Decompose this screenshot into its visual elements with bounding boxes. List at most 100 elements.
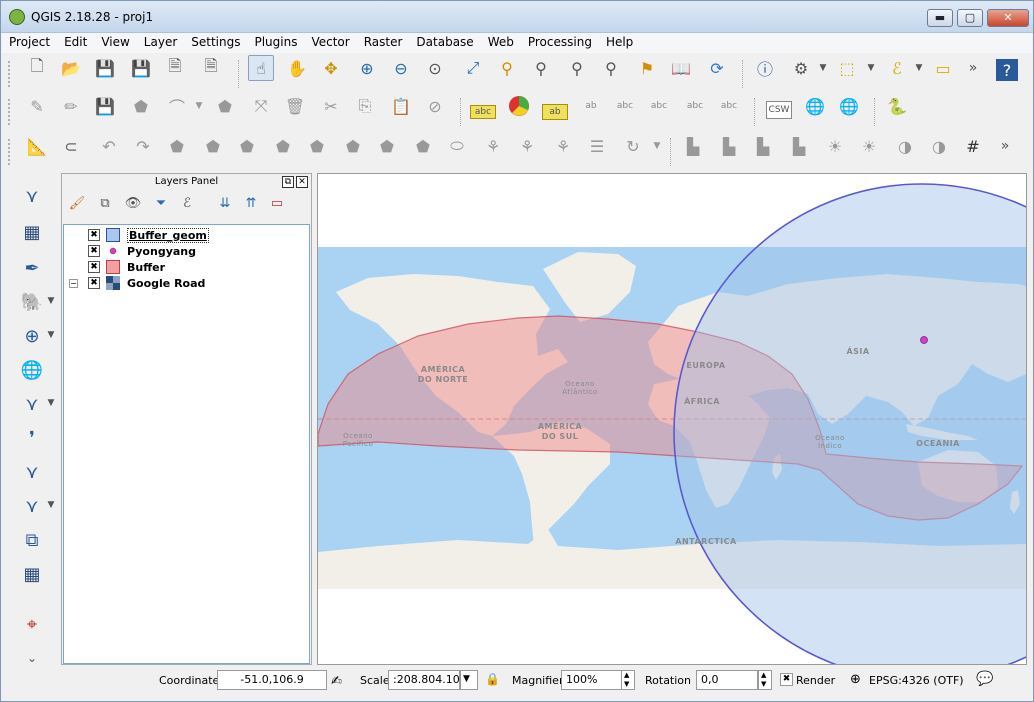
filter-legend-icon[interactable]: ⏷ xyxy=(150,192,172,214)
pin-labels-icon[interactable]: ⊘ xyxy=(422,93,448,119)
menu-edit[interactable]: Edit xyxy=(57,33,94,53)
toolbar-overflow-icon[interactable]: » xyxy=(992,133,1018,159)
stretch-icon[interactable]: ▙ xyxy=(786,133,812,159)
open-layer-styling-icon[interactable]: 🖌 xyxy=(66,192,88,214)
menu-raster[interactable]: Raster xyxy=(357,33,410,53)
pan-to-selection-icon[interactable]: ✥ xyxy=(318,55,344,81)
delete-selected-icon[interactable]: 🗑 xyxy=(282,93,308,119)
expand-all-icon[interactable]: ⇊ xyxy=(214,192,236,214)
rotate-label-icon[interactable]: abc xyxy=(682,93,708,119)
add-part-icon[interactable]: ⬟ xyxy=(270,133,296,159)
lock-scale-icon[interactable]: 🔒 xyxy=(485,672,500,686)
messages-icon[interactable]: 💬 xyxy=(976,671,993,687)
add-mesh-crosshair-icon[interactable]: ⌖ xyxy=(17,609,47,639)
save-as-icon[interactable]: 💾 xyxy=(128,55,154,81)
menu-settings[interactable]: Settings xyxy=(184,33,247,53)
layer-name[interactable]: Pyongyang xyxy=(127,245,196,258)
new-project-icon[interactable]: 🗋 xyxy=(24,55,50,81)
add-group-icon[interactable]: ⧉ xyxy=(94,192,116,214)
simplify-feature-icon[interactable]: ⬟ xyxy=(200,133,226,159)
delete-part-icon[interactable]: ⬟ xyxy=(374,133,400,159)
cut-features-icon[interactable]: ✂ xyxy=(318,93,344,119)
add-wfs-layer-icon[interactable]: 🌐 xyxy=(836,93,862,119)
zoom-last-icon[interactable]: ⚲ xyxy=(564,55,590,81)
layer-visibility-checkbox[interactable]: ✖ xyxy=(88,277,100,289)
maximize-button[interactable]: ▢ xyxy=(957,9,983,27)
new-shapefile-icon[interactable]: ⋎ xyxy=(17,491,47,521)
layer-labeling-icon[interactable]: abc xyxy=(470,105,496,119)
dropdown-arrow-icon[interactable]: ▼ xyxy=(906,55,932,81)
add-vector-layer-icon[interactable]: ⋎ xyxy=(17,181,47,211)
magnifier-field[interactable]: 100% xyxy=(561,670,623,690)
rotation-spinner-icon[interactable]: ▲ ▼ xyxy=(758,670,772,690)
menu-help[interactable]: Help xyxy=(599,33,640,53)
dropdown-arrow-icon[interactable]: ▼ xyxy=(810,55,836,81)
histogram-icon[interactable]: ▙ xyxy=(680,133,706,159)
select-features-icon[interactable]: ⬚ xyxy=(834,55,860,81)
save-project-icon[interactable]: 💾 xyxy=(92,55,118,81)
highlight-pinned-labels-icon[interactable]: ab xyxy=(542,104,568,120)
layer-name[interactable]: Buffer xyxy=(127,261,165,274)
add-spatialite-layer-icon[interactable]: ⊕ xyxy=(17,321,47,351)
coordinate-field[interactable]: -51.0,106.9 xyxy=(217,670,327,690)
copy-features-icon[interactable]: ⎘ xyxy=(352,93,378,119)
show-hide-labels-icon[interactable]: abc xyxy=(612,93,638,119)
deselect-all-icon[interactable]: ▭ xyxy=(930,55,956,81)
new-print-composer-icon[interactable]: 🗎 xyxy=(162,55,188,81)
snapping-icon[interactable]: ⊂ xyxy=(58,133,84,159)
move-feature-icon[interactable]: ⬟ xyxy=(212,93,238,119)
local-histogram-stretch-icon[interactable]: ▙ xyxy=(716,133,742,159)
pin-unpin-labels-icon[interactable]: ab xyxy=(578,93,604,119)
add-wcs-layer-icon[interactable]: ▦ xyxy=(17,559,47,589)
dropdown-arrow-icon[interactable]: ▼ xyxy=(45,329,57,341)
rotate-point-symbols-icon[interactable]: ↻ xyxy=(620,133,646,159)
add-raster-layer-icon[interactable]: ▦ xyxy=(17,217,47,247)
split-parts-icon[interactable]: ⚘ xyxy=(514,133,540,159)
node-tool-icon[interactable]: ⤧ xyxy=(248,93,274,119)
dropdown-arrow-icon[interactable]: ▼ xyxy=(45,499,57,511)
close-button[interactable]: ✕ xyxy=(987,9,1029,27)
paste-features-icon[interactable]: 📋 xyxy=(388,93,414,119)
add-wfs-icon[interactable]: ⋎ xyxy=(17,457,47,487)
layer-row-google-road[interactable]: − ✖ Google Road xyxy=(64,275,304,291)
layer-row-buffer-geom[interactable]: ✖ Buffer_geom xyxy=(64,227,304,243)
zoom-out-icon[interactable]: ⊖ xyxy=(388,55,414,81)
help-icon[interactable]: ? xyxy=(996,59,1018,81)
rotate-feature-icon[interactable]: ⬟ xyxy=(164,133,190,159)
menu-project[interactable]: Project xyxy=(2,33,57,53)
composer-manager-icon[interactable]: 🗎 xyxy=(198,55,224,81)
crs-status[interactable]: EPSG:4326 (OTF) xyxy=(869,674,964,687)
menu-vector[interactable]: Vector xyxy=(304,33,356,53)
redo-icon[interactable]: ↷ xyxy=(130,133,156,159)
zoom-to-selection-icon[interactable]: ⚲ xyxy=(494,55,520,81)
merge-attributes-icon[interactable]: ☰ xyxy=(584,133,610,159)
new-spatialite-layer-icon[interactable]: ⧉ xyxy=(17,525,47,555)
menu-view[interactable]: View xyxy=(94,33,136,53)
zoom-full-icon[interactable]: ⤢ xyxy=(460,55,486,81)
zoom-native-resolution-icon[interactable]: ⊙ xyxy=(422,55,448,81)
toggle-editing-icon[interactable]: ✏ xyxy=(58,93,84,119)
layer-visibility-checkbox[interactable]: ✖ xyxy=(88,229,100,241)
decrease-contrast-icon[interactable]: ◑ xyxy=(926,133,952,159)
python-console-icon[interactable]: 🐍 xyxy=(884,93,910,119)
layer-row-pyongyang[interactable]: ✖ Pyongyang xyxy=(64,243,304,259)
add-oracle-layer-icon[interactable]: ❜ xyxy=(17,423,47,453)
zoom-to-layer-icon[interactable]: ⚲ xyxy=(528,55,554,81)
metasearch-csw-icon[interactable]: CSW xyxy=(766,101,792,119)
split-features-icon[interactable]: ⚘ xyxy=(480,133,506,159)
zoom-in-icon[interactable]: ⊕ xyxy=(354,55,380,81)
grid-icon[interactable]: # xyxy=(960,133,986,159)
close-panel-icon[interactable]: ✕ xyxy=(296,176,308,188)
rotation-field[interactable]: 0,0 xyxy=(696,670,758,690)
add-delimited-text-icon[interactable]: ✒ xyxy=(17,253,47,283)
menu-web[interactable]: Web xyxy=(481,33,521,53)
menu-layer[interactable]: Layer xyxy=(137,33,184,53)
decrease-brightness-icon[interactable]: ☀ xyxy=(856,133,882,159)
increase-contrast-icon[interactable]: ◑ xyxy=(892,133,918,159)
show-bookmarks-icon[interactable]: 📖 xyxy=(668,55,694,81)
dropdown-arrow-icon[interactable]: ▼ xyxy=(45,397,57,409)
layer-visibility-checkbox[interactable]: ✖ xyxy=(88,261,100,273)
layer-visibility-checkbox[interactable]: ✖ xyxy=(88,245,100,257)
identify-features-icon[interactable]: ⓘ xyxy=(752,55,778,81)
toolbar-grip[interactable] xyxy=(8,139,12,165)
